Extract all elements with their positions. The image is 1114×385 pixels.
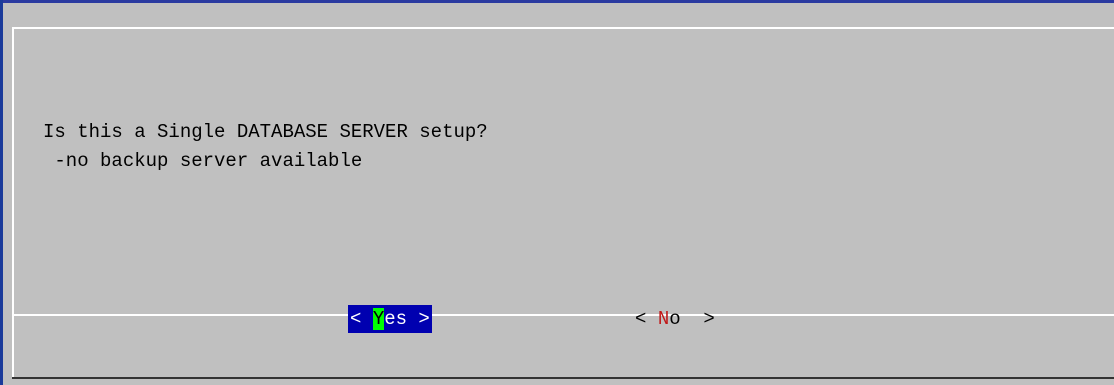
dialog-border-top xyxy=(12,27,1114,29)
yes-button[interactable]: < Yes > xyxy=(348,305,432,333)
yesno-dialog xyxy=(12,27,1114,385)
dialog-border-bottom xyxy=(12,377,1114,379)
message-line-1: Is this a Single DATABASE SERVER setup? xyxy=(43,121,488,143)
no-button-hotkey: N xyxy=(657,308,670,330)
yes-button-rest: es > xyxy=(384,308,430,330)
window-top-edge xyxy=(0,0,1114,3)
dialog-button-separator xyxy=(14,314,1114,316)
message-line-2: -no backup server available xyxy=(43,150,363,172)
yes-button-hotkey: Y xyxy=(372,308,385,330)
yes-button-open-bracket: < xyxy=(350,308,373,330)
dialog-border-left xyxy=(12,27,14,377)
no-button[interactable]: < No > xyxy=(635,305,715,333)
dialog-message: Is this a Single DATABASE SERVER setup? … xyxy=(43,118,488,176)
window-left-edge xyxy=(0,0,3,385)
terminal-screen: Is this a Single DATABASE SERVER setup? … xyxy=(0,0,1114,385)
no-button-open-bracket: < xyxy=(635,308,658,330)
no-button-rest: o > xyxy=(669,308,715,330)
